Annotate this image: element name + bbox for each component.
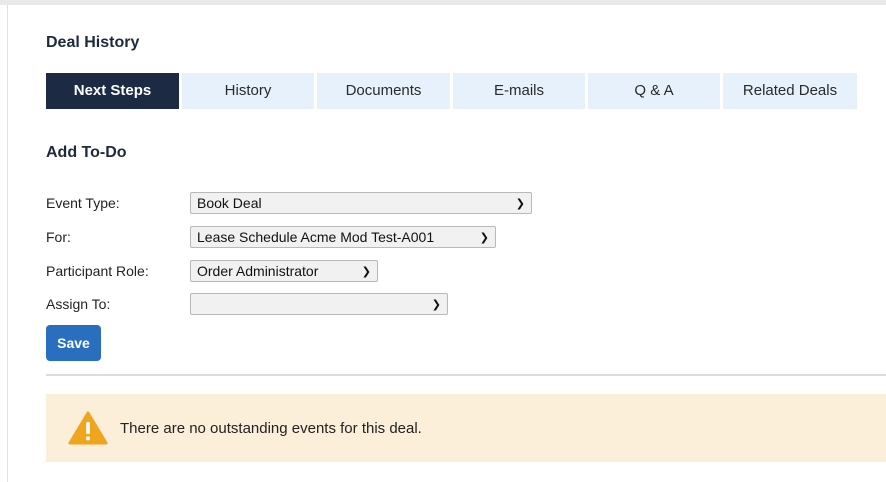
chevron-down-icon: ❯: [431, 298, 441, 311]
tab-emails[interactable]: E-mails: [453, 73, 585, 109]
alert-message: There are no outstanding events for this…: [120, 419, 422, 437]
for-select[interactable]: Lease Schedule Acme Mod Test-A001 ❯: [190, 226, 496, 248]
chevron-down-icon: ❯: [479, 231, 489, 244]
participant-role-select[interactable]: Order Administrator ❯: [190, 260, 378, 282]
left-border: [7, 5, 8, 482]
page-title: Deal History: [46, 34, 140, 51]
warning-icon: [68, 411, 108, 445]
for-value: Lease Schedule Acme Mod Test-A001: [197, 229, 435, 245]
tab-documents[interactable]: Documents: [317, 73, 450, 109]
tab-next-steps[interactable]: Next Steps: [46, 73, 179, 109]
participant-role-label: Participant Role:: [46, 263, 149, 279]
no-events-alert: There are no outstanding events for this…: [46, 394, 886, 462]
divider: [46, 374, 886, 376]
top-border: [0, 0, 886, 5]
for-row: For: Lease Schedule Acme Mod Test-A001 ❯: [46, 225, 496, 249]
tab-history[interactable]: History: [182, 73, 314, 109]
save-button[interactable]: Save: [46, 325, 101, 361]
assign-to-select[interactable]: ❯: [190, 293, 448, 315]
event-type-select[interactable]: Book Deal ❯: [190, 192, 532, 214]
tab-qa[interactable]: Q & A: [588, 73, 720, 109]
tab-bar: Next Steps History Documents E-mails Q &…: [46, 73, 857, 109]
for-label: For:: [46, 229, 71, 245]
event-type-value: Book Deal: [197, 195, 262, 211]
assign-to-label: Assign To:: [46, 296, 111, 312]
form-title: Add To-Do: [46, 144, 127, 161]
tab-related-deals[interactable]: Related Deals: [723, 73, 857, 109]
chevron-down-icon: ❯: [515, 197, 525, 210]
assign-to-row: Assign To: ❯: [46, 292, 448, 316]
event-type-label: Event Type:: [46, 195, 120, 211]
participant-role-row: Participant Role: Order Administrator ❯: [46, 259, 378, 283]
event-type-row: Event Type: Book Deal ❯: [46, 191, 532, 215]
participant-role-value: Order Administrator: [197, 263, 319, 279]
chevron-down-icon: ❯: [361, 265, 371, 278]
